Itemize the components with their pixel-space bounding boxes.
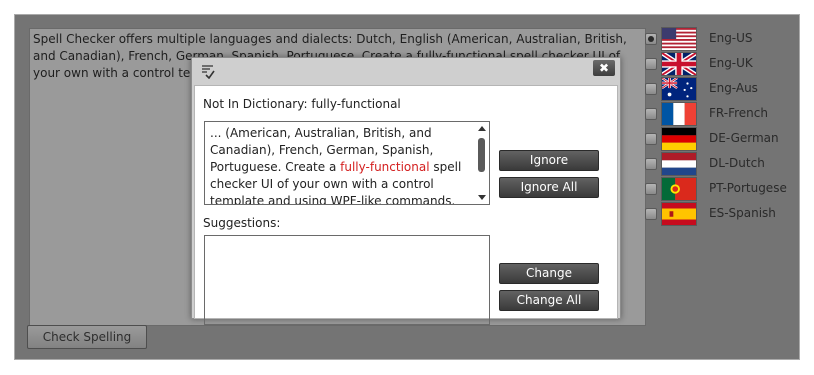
language-option-eng-us[interactable]: Eng-US [645, 27, 795, 52]
language-option-eng-uk[interactable]: Eng-UK [645, 52, 795, 77]
radio-button[interactable] [645, 208, 657, 220]
language-option-dl-dutch[interactable]: DL-Dutch [645, 152, 795, 177]
not-in-dictionary-label: Not In Dictionary: [203, 97, 308, 111]
radio-button[interactable] [645, 183, 657, 195]
language-option-fr-french[interactable]: FR-French [645, 102, 795, 127]
language-option-es-spanish[interactable]: ES-Spanish [645, 202, 795, 227]
portugal-flag-icon [661, 177, 697, 201]
radio-button[interactable] [645, 133, 657, 145]
change-all-button[interactable]: Change All [499, 290, 599, 311]
australia-flag-icon [661, 77, 697, 101]
language-label: DE-German [709, 131, 779, 145]
language-option-eng-aus[interactable]: Eng-Aus [645, 77, 795, 102]
uk-flag-icon [661, 52, 697, 76]
context-error-word: fully-functional [340, 160, 430, 174]
check-spelling-button[interactable]: Check Spelling [27, 325, 147, 349]
language-label: Eng-US [709, 31, 753, 45]
radio-button[interactable] [645, 58, 657, 70]
france-flag-icon [661, 102, 697, 126]
us-flag-icon [661, 27, 697, 51]
language-label: PT-Portugese [709, 181, 787, 195]
scroll-up-arrow-icon[interactable] [478, 126, 486, 131]
close-icon[interactable]: ✖ [593, 60, 615, 76]
radio-button[interactable] [645, 158, 657, 170]
radio-button[interactable] [645, 33, 657, 45]
language-label: ES-Spanish [709, 206, 776, 220]
spellcheck-icon [201, 65, 215, 80]
not-in-dictionary-row: Not In Dictionary: fully-functional [203, 97, 401, 111]
context-text-box[interactable]: ... (American, Australian, British, and … [204, 121, 490, 205]
language-list: Eng-US Eng-UK Eng-Aus FR-French DE-Germa… [645, 27, 795, 227]
language-label: FR-French [709, 106, 768, 120]
suggestions-label: Suggestions: [203, 216, 281, 230]
radio-button[interactable] [645, 83, 657, 95]
change-button[interactable]: Change [499, 263, 599, 284]
vertical-scrollbar[interactable] [476, 123, 488, 203]
scroll-down-arrow-icon[interactable] [478, 195, 486, 200]
language-label: DL-Dutch [709, 156, 765, 170]
suggestions-list[interactable] [204, 235, 490, 325]
misspelled-word: fully-functional [311, 97, 401, 111]
scroll-thumb[interactable] [478, 138, 485, 172]
spell-check-dialog: ✖ Not In Dictionary: fully-functional ..… [191, 57, 621, 325]
netherlands-flag-icon [661, 152, 697, 176]
germany-flag-icon [661, 127, 697, 151]
language-label: Eng-UK [709, 56, 753, 70]
dialog-body: Not In Dictionary: fully-functional ... … [194, 85, 618, 325]
ignore-all-button[interactable]: Ignore All [499, 177, 599, 198]
ignore-button[interactable]: Ignore [499, 150, 599, 171]
language-option-pt-portugese[interactable]: PT-Portugese [645, 177, 795, 202]
language-label: Eng-Aus [709, 81, 758, 95]
spain-flag-icon [661, 202, 697, 226]
language-option-de-german[interactable]: DE-German [645, 127, 795, 152]
radio-button[interactable] [645, 108, 657, 120]
